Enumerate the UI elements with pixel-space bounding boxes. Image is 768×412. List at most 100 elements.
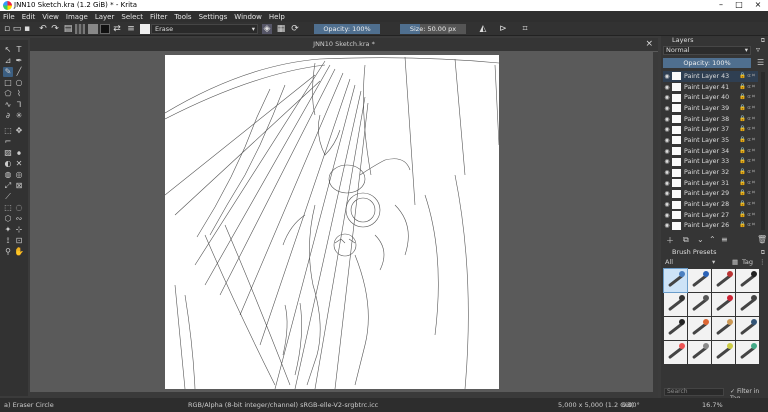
- add-layer-icon[interactable]: ＋: [666, 235, 674, 246]
- brush-preset-item[interactable]: [712, 341, 735, 364]
- menu-help[interactable]: Help: [269, 13, 285, 21]
- brush-preset-item[interactable]: [736, 341, 759, 364]
- visibility-eye-icon[interactable]: ◉: [663, 148, 671, 155]
- menu-select[interactable]: Select: [121, 13, 143, 21]
- layer-menu-icon[interactable]: ≡: [721, 235, 728, 244]
- new-document-icon[interactable]: ▫: [2, 24, 12, 34]
- brush-preset-item[interactable]: [688, 341, 711, 364]
- pan-tool-icon[interactable]: ✋: [14, 247, 24, 257]
- select-shapes-tool-icon[interactable]: ↖: [3, 45, 13, 55]
- brush-preset-item[interactable]: [736, 317, 759, 340]
- smart-patch-tool-icon[interactable]: ✕: [14, 159, 24, 169]
- brush-preset-item[interactable]: [688, 317, 711, 340]
- brush-preset-item[interactable]: [688, 269, 711, 292]
- contiguous-select-tool-icon[interactable]: ✦: [3, 225, 13, 235]
- zoom-tool-icon[interactable]: ⚲: [3, 247, 13, 257]
- status-zoom[interactable]: 16.7%: [702, 398, 723, 412]
- visibility-eye-icon[interactable]: ◉: [663, 158, 671, 165]
- colorize-mask-tool-icon[interactable]: ◐: [3, 159, 13, 169]
- layer-lock-alpha-icon[interactable]: 🔒α⌗: [739, 169, 756, 176]
- layer-blend-mode-dropdown[interactable]: Normal ▾: [663, 46, 751, 55]
- layer-row[interactable]: ◉ Paint Layer 29 🔒α⌗: [663, 189, 758, 200]
- brush-preset-item[interactable]: [736, 269, 759, 292]
- delete-layer-icon[interactable]: 🗑: [757, 235, 767, 244]
- text-tool-icon[interactable]: T: [14, 45, 24, 55]
- canvas-document[interactable]: [164, 55, 500, 390]
- measure-tool-icon[interactable]: ⊠: [14, 181, 24, 191]
- layer-properties-icon[interactable]: ▿: [756, 45, 760, 54]
- layer-row[interactable]: ◉ Paint Layer 38 🔒α⌗: [663, 114, 758, 125]
- brush-preset-swatch[interactable]: [140, 24, 150, 34]
- brush-preset-item[interactable]: [712, 293, 735, 316]
- bezier-select-tool-icon[interactable]: ⟟: [3, 236, 13, 246]
- layer-row[interactable]: ◉ Paint Layer 32 🔒α⌗: [663, 167, 758, 178]
- vertical-scrollbar[interactable]: [653, 52, 658, 392]
- settings-icon[interactable]: ⋮: [759, 258, 766, 266]
- layer-lock-alpha-icon[interactable]: 🔒α⌗: [739, 190, 756, 197]
- preserve-alpha-icon[interactable]: ▦: [276, 24, 286, 34]
- menu-settings[interactable]: Settings: [199, 13, 228, 21]
- assistant-tool-icon[interactable]: ⤢: [3, 181, 13, 191]
- reference-images-tool-icon[interactable]: ⟋: [3, 192, 13, 202]
- brush-preset-item[interactable]: [712, 269, 735, 292]
- fill-tool-icon[interactable]: ◍: [3, 170, 13, 180]
- layer-lock-alpha-icon[interactable]: 🔒α⌗: [739, 180, 756, 187]
- layer-lock-alpha-icon[interactable]: 🔒α⌗: [739, 73, 756, 80]
- brush-preset-item[interactable]: [664, 293, 687, 316]
- size-slider[interactable]: Size: 50.00 px: [400, 24, 466, 34]
- maximize-button[interactable]: □: [730, 0, 748, 11]
- visibility-eye-icon[interactable]: ◉: [663, 126, 671, 133]
- layer-row[interactable]: ◉ Paint Layer 27 🔒α⌗: [663, 210, 758, 221]
- multibrush-tool-icon[interactable]: ✳: [14, 111, 24, 121]
- layer-lock-alpha-icon[interactable]: 🔒α⌗: [739, 212, 756, 219]
- eraser-mode-icon[interactable]: ◈: [262, 24, 272, 34]
- visibility-eye-icon[interactable]: ◉: [663, 212, 671, 219]
- visibility-eye-icon[interactable]: ◉: [663, 169, 671, 176]
- layer-lock-alpha-icon[interactable]: 🔒α⌗: [739, 201, 756, 208]
- close-document-icon[interactable]: ×: [645, 38, 653, 51]
- color-picker-tool-icon[interactable]: ⦁: [14, 148, 24, 158]
- move-tool-icon[interactable]: ✥: [14, 126, 24, 136]
- layer-lock-alpha-icon[interactable]: 🔒α⌗: [739, 137, 756, 144]
- calligraphy-tool-icon[interactable]: ✒: [14, 56, 24, 66]
- transform-tool-icon[interactable]: ⬚: [3, 126, 13, 136]
- layer-lock-alpha-icon[interactable]: 🔒α⌗: [739, 222, 756, 229]
- enclose-fill-tool-icon[interactable]: ◎: [14, 170, 24, 180]
- layer-row[interactable]: ◉ Paint Layer 34 🔒α⌗: [663, 146, 758, 157]
- menu-layer[interactable]: Layer: [95, 13, 115, 21]
- rectangle-tool-icon[interactable]: □: [3, 78, 13, 88]
- status-rotation[interactable]: 0.00°: [622, 398, 640, 412]
- menu-window[interactable]: Window: [234, 13, 262, 21]
- layer-opacity-slider[interactable]: Opacity: 100%: [663, 58, 751, 68]
- dynamic-brush-tool-icon[interactable]: ∂: [3, 111, 13, 121]
- visibility-eye-icon[interactable]: ◉: [663, 116, 671, 123]
- layer-row[interactable]: ◉ Paint Layer 31 🔒α⌗: [663, 178, 758, 189]
- layer-lock-alpha-icon[interactable]: 🔒α⌗: [739, 94, 756, 101]
- menu-image[interactable]: Image: [66, 13, 88, 21]
- move-layer-up-icon[interactable]: ⌃: [709, 235, 716, 244]
- bezier-tool-icon[interactable]: ∿: [3, 100, 13, 110]
- edit-shapes-tool-icon[interactable]: ⊿: [3, 56, 13, 66]
- layer-row[interactable]: ◉ Paint Layer 43 🔒α⌗: [663, 71, 758, 82]
- open-document-icon[interactable]: ▭: [12, 24, 22, 34]
- menu-view[interactable]: View: [42, 13, 59, 21]
- document-tab[interactable]: JNN10 Sketch.kra * ×: [30, 38, 658, 51]
- visibility-eye-icon[interactable]: ◉: [663, 84, 671, 91]
- layer-lock-alpha-icon[interactable]: 🔒α⌗: [739, 148, 756, 155]
- brush-preset-item[interactable]: [664, 317, 687, 340]
- freehand-brush-tool-icon[interactable]: ✎: [3, 67, 13, 77]
- visibility-eye-icon[interactable]: ◉: [663, 94, 671, 101]
- layer-lock-alpha-icon[interactable]: 🔒α⌗: [739, 105, 756, 112]
- save-icon[interactable]: ▪: [22, 24, 32, 34]
- swap-colors-icon[interactable]: ⇄: [112, 24, 122, 34]
- layer-lock-alpha-icon[interactable]: 🔒α⌗: [739, 84, 756, 91]
- brush-settings-icon[interactable]: ≡: [126, 24, 136, 34]
- layer-row[interactable]: ◉ Paint Layer 33 🔒α⌗: [663, 157, 758, 168]
- foreground-color-swatch[interactable]: [88, 24, 98, 34]
- layer-row[interactable]: ◉ Paint Layer 39 🔒α⌗: [663, 103, 758, 114]
- status-brush-name[interactable]: a) Eraser Circle: [4, 398, 54, 412]
- freehand-path-tool-icon[interactable]: ᒣ: [14, 100, 24, 110]
- blend-mode-dropdown[interactable]: Erase ▾: [151, 24, 258, 34]
- pattern-swatch[interactable]: [75, 24, 85, 34]
- minimize-button[interactable]: –: [712, 0, 730, 11]
